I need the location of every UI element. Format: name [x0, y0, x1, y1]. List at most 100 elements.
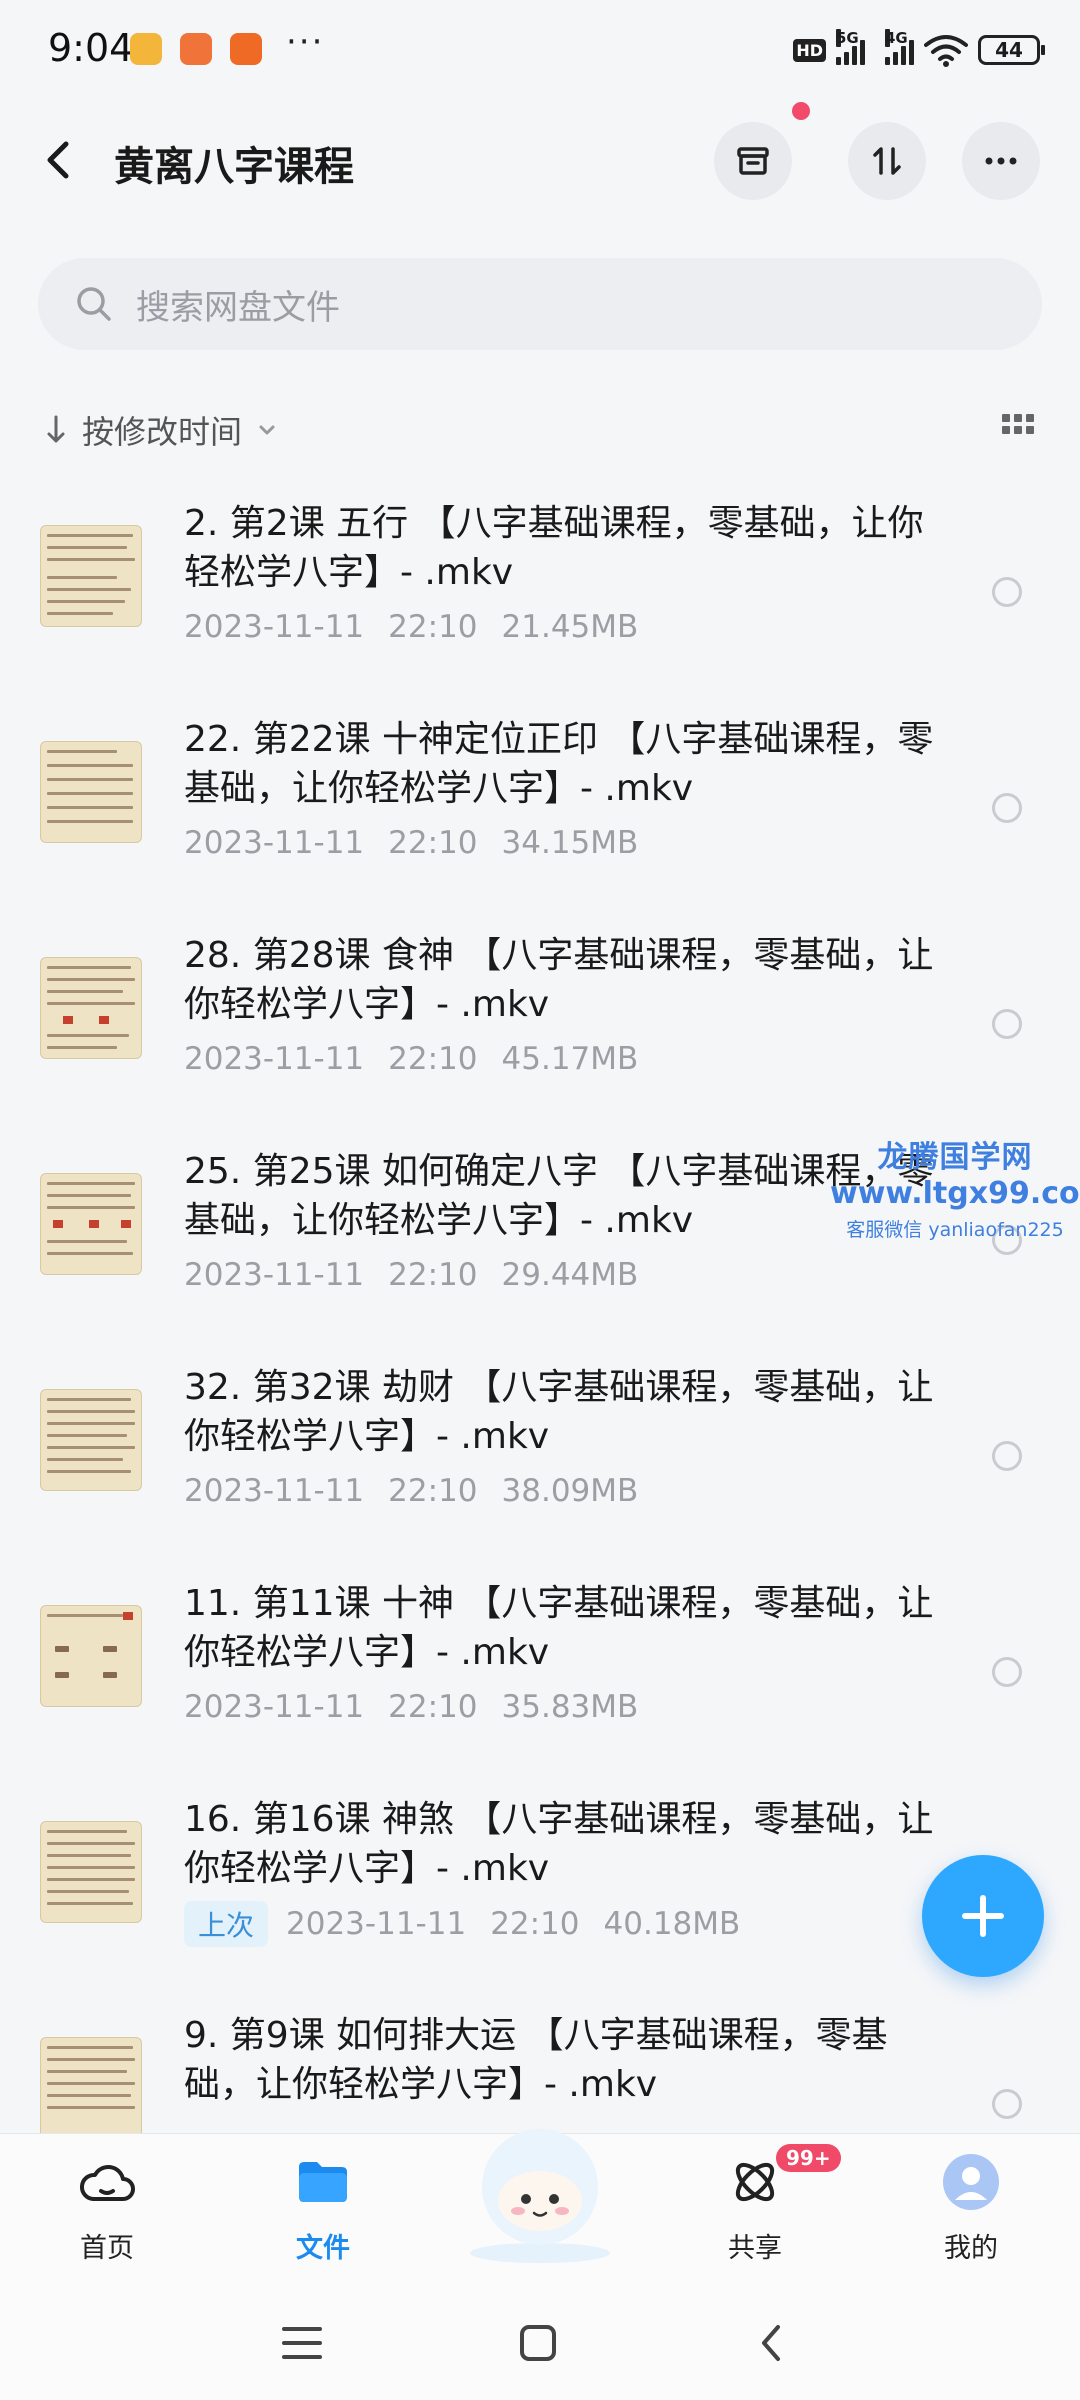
add-button[interactable]	[922, 1855, 1044, 1977]
status-time: 9:04	[48, 26, 134, 70]
file-meta: 2023-11-11 22:10 35.83MB	[184, 1689, 638, 1725]
status-bar: 9:04 ··· HD 5G 4G 44	[0, 0, 1080, 100]
arrow-down-icon	[47, 415, 65, 443]
signal-4g-icon: 4G	[885, 29, 914, 65]
file-date: 2023-11-11	[184, 1689, 365, 1725]
nav-share-label: 共享	[728, 2233, 782, 2264]
file-date: 2023-11-11	[184, 1473, 365, 1509]
search-icon	[77, 287, 111, 321]
file-item[interactable]: 2. 第2课 五行 【八字基础课程，零基础，让你轻松学八字】- .mkv 202…	[0, 485, 1080, 701]
search-placeholder: 搜索网盘文件	[136, 287, 340, 328]
file-name: 22. 第22课 十神定位正印 【八字基础课程，零基础，让你轻松学八字】- .m…	[184, 719, 934, 809]
file-size: 40.18MB	[603, 1906, 741, 1942]
header: 黄离八字课程	[0, 110, 1080, 210]
file-list: 2. 第2课 五行 【八字基础课程，零基础，让你轻松学八字】- .mkv 202…	[0, 485, 1080, 2133]
video-thumbnail	[40, 1821, 142, 1923]
file-time: 22:10	[388, 1257, 478, 1293]
system-back-button[interactable]	[742, 2313, 802, 2373]
file-date: 2023-11-11	[286, 1906, 467, 1942]
nav-me-label: 我的	[944, 2233, 998, 2264]
nav-me[interactable]: 我的	[896, 2150, 1046, 2265]
nav-share[interactable]: 99+ 共享	[680, 2144, 841, 2265]
mascot-icon	[470, 2129, 610, 2263]
wifi-icon	[924, 35, 968, 67]
notes-app-icon	[130, 33, 162, 65]
nav-home[interactable]: 首页	[32, 2150, 182, 2265]
file-time: 22:10	[388, 825, 478, 861]
file-time: 22:10	[388, 1041, 478, 1077]
file-name: 9. 第9课 如何排大运 【八字基础课程，零基础，让你轻松学八字】- .mkv	[184, 2015, 888, 2105]
net-5g-label: 5G	[836, 29, 859, 47]
more-notifications-icon: ···	[286, 22, 325, 62]
video-thumbnail	[40, 525, 142, 627]
file-item[interactable]: 32. 第32课 劫财 【八字基础课程，零基础，让你轻松学八字】- .mkv 2…	[0, 1349, 1080, 1565]
page-title: 黄离八字课程	[114, 144, 354, 190]
file-date: 2023-11-11	[184, 609, 365, 645]
plus-icon	[962, 1895, 1004, 1937]
grid-view-icon[interactable]	[1002, 414, 1034, 438]
file-date: 2023-11-11	[184, 825, 365, 861]
file-size: 34.15MB	[501, 825, 639, 861]
back-button[interactable]	[30, 130, 90, 190]
last-viewed-tag: 上次	[184, 1901, 269, 1947]
sort-button[interactable]	[848, 122, 926, 200]
video-thumbnail	[40, 1605, 142, 1707]
recents-button[interactable]	[272, 2313, 332, 2373]
watermark-site-name: 龙腾国学网	[877, 1140, 1033, 1175]
file-item[interactable]: 11. 第11课 十神 【八字基础课程，零基础，让你轻松学八字】- .mkv 2…	[0, 1565, 1080, 1781]
nav-files-label: 文件	[296, 2233, 350, 2264]
share-badge: 99+	[776, 2144, 841, 2172]
archive-button[interactable]	[714, 122, 792, 200]
more-icon	[985, 157, 1017, 165]
signal-5g-icon: 5G	[836, 29, 865, 65]
select-radio[interactable]	[992, 1441, 1022, 1471]
file-meta: 上次 2023-11-11 22:10 40.18MB	[184, 1901, 740, 1947]
file-size: 35.83MB	[501, 1689, 639, 1725]
system-nav-bar	[0, 2283, 1080, 2400]
file-time: 22:10	[388, 609, 478, 645]
file-item[interactable]: 16. 第16课 神煞 【八字基础课程，零基础，让你轻松学八字】- .mkv 上…	[0, 1781, 1080, 1997]
menu-icon	[282, 2327, 322, 2359]
file-name: 32. 第32课 劫财 【八字基础课程，零基础，让你轻松学八字】- .mkv	[184, 1367, 934, 1457]
file-time: 22:10	[388, 1473, 478, 1509]
battery-icon: 44	[978, 35, 1045, 65]
chevron-down-icon	[259, 425, 275, 435]
nav-home-label: 首页	[80, 2233, 134, 2264]
mascot-button[interactable]	[460, 2113, 620, 2263]
file-name: 2. 第2课 五行 【八字基础课程，零基础，让你轻松学八字】- .mkv	[184, 503, 924, 593]
search-input[interactable]: 搜索网盘文件	[38, 258, 1042, 350]
file-size: 21.45MB	[501, 609, 639, 645]
back-arrow-icon	[47, 141, 69, 179]
nav-files[interactable]: 文件	[248, 2150, 398, 2265]
more-button[interactable]	[962, 122, 1040, 200]
select-radio[interactable]	[992, 1009, 1022, 1039]
notification-dot	[792, 102, 810, 120]
video-thumbnail	[40, 1389, 142, 1491]
file-time: 22:10	[388, 1689, 478, 1725]
file-meta: 2023-11-11 22:10 45.17MB	[184, 1041, 638, 1077]
watermark: 龙腾国学网 www.ltgx99.com 客服微信 yanliaofan225	[830, 1132, 1080, 1242]
file-meta: 2023-11-11 22:10 38.09MB	[184, 1473, 638, 1509]
file-meta: 2023-11-11 22:10 34.15MB	[184, 825, 638, 861]
select-radio[interactable]	[992, 1657, 1022, 1687]
file-item[interactable]: 28. 第28课 食神 【八字基础课程，零基础，让你轻松学八字】- .mkv 2…	[0, 917, 1080, 1133]
select-radio[interactable]	[992, 577, 1022, 607]
file-item[interactable]: 22. 第22课 十神定位正印 【八字基础课程，零基础，让你轻松学八字】- .m…	[0, 701, 1080, 917]
hd-icon: HD	[793, 38, 826, 62]
file-meta: 2023-11-11 22:10 29.44MB	[184, 1257, 638, 1293]
status-indicators: HD 5G 4G 44	[793, 29, 1045, 70]
file-name: 28. 第28课 食神 【八字基础课程，零基础，让你轻松学八字】- .mkv	[184, 935, 934, 1025]
file-size: 38.09MB	[501, 1473, 639, 1509]
sort-row[interactable]: 按修改时间	[44, 400, 1044, 460]
file-name: 16. 第16课 神煞 【八字基础课程，零基础，让你轻松学八字】- .mkv	[184, 1799, 934, 1889]
home-button[interactable]	[508, 2313, 568, 2373]
file-size: 45.17MB	[501, 1041, 639, 1077]
file-name: 11. 第11课 十神 【八字基础课程，零基础，让你轻松学八字】- .mkv	[184, 1583, 934, 1673]
select-radio[interactable]	[992, 2089, 1022, 2119]
select-radio[interactable]	[992, 793, 1022, 823]
sort-label: 按修改时间	[82, 413, 243, 451]
avatar-icon	[939, 2150, 1003, 2214]
screen: 9:04 ··· HD 5G 4G 44 黄离八字课程 搜索网盘文件 按修改时间…	[0, 0, 1080, 2400]
mi-app-icon	[230, 33, 262, 65]
chevron-left-icon	[762, 2325, 780, 2361]
